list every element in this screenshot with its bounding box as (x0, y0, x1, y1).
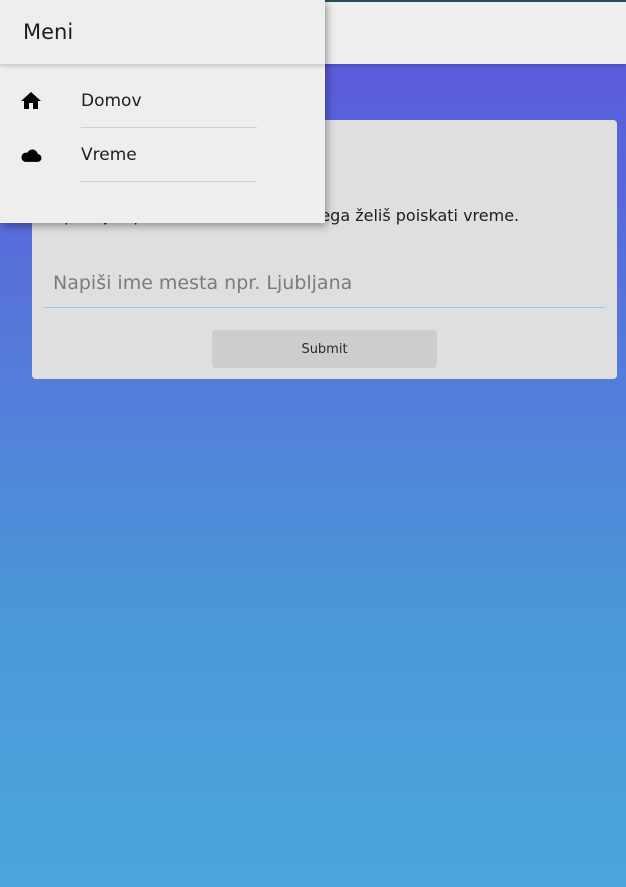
drawer-item-label: Vreme (81, 145, 137, 165)
drawer-item-domov[interactable]: Domov (0, 74, 325, 128)
navigation-drawer: Meni Domov Vreme (0, 0, 325, 223)
drawer-title: Meni (0, 0, 325, 65)
drawer-item-vreme[interactable]: Vreme (0, 128, 325, 182)
home-icon (19, 89, 43, 113)
divider (81, 181, 257, 182)
drawer-item-label: Domov (81, 91, 142, 111)
city-search-input[interactable] (44, 258, 605, 308)
cloud-icon (19, 143, 43, 167)
submit-button[interactable]: Submit (212, 330, 437, 368)
